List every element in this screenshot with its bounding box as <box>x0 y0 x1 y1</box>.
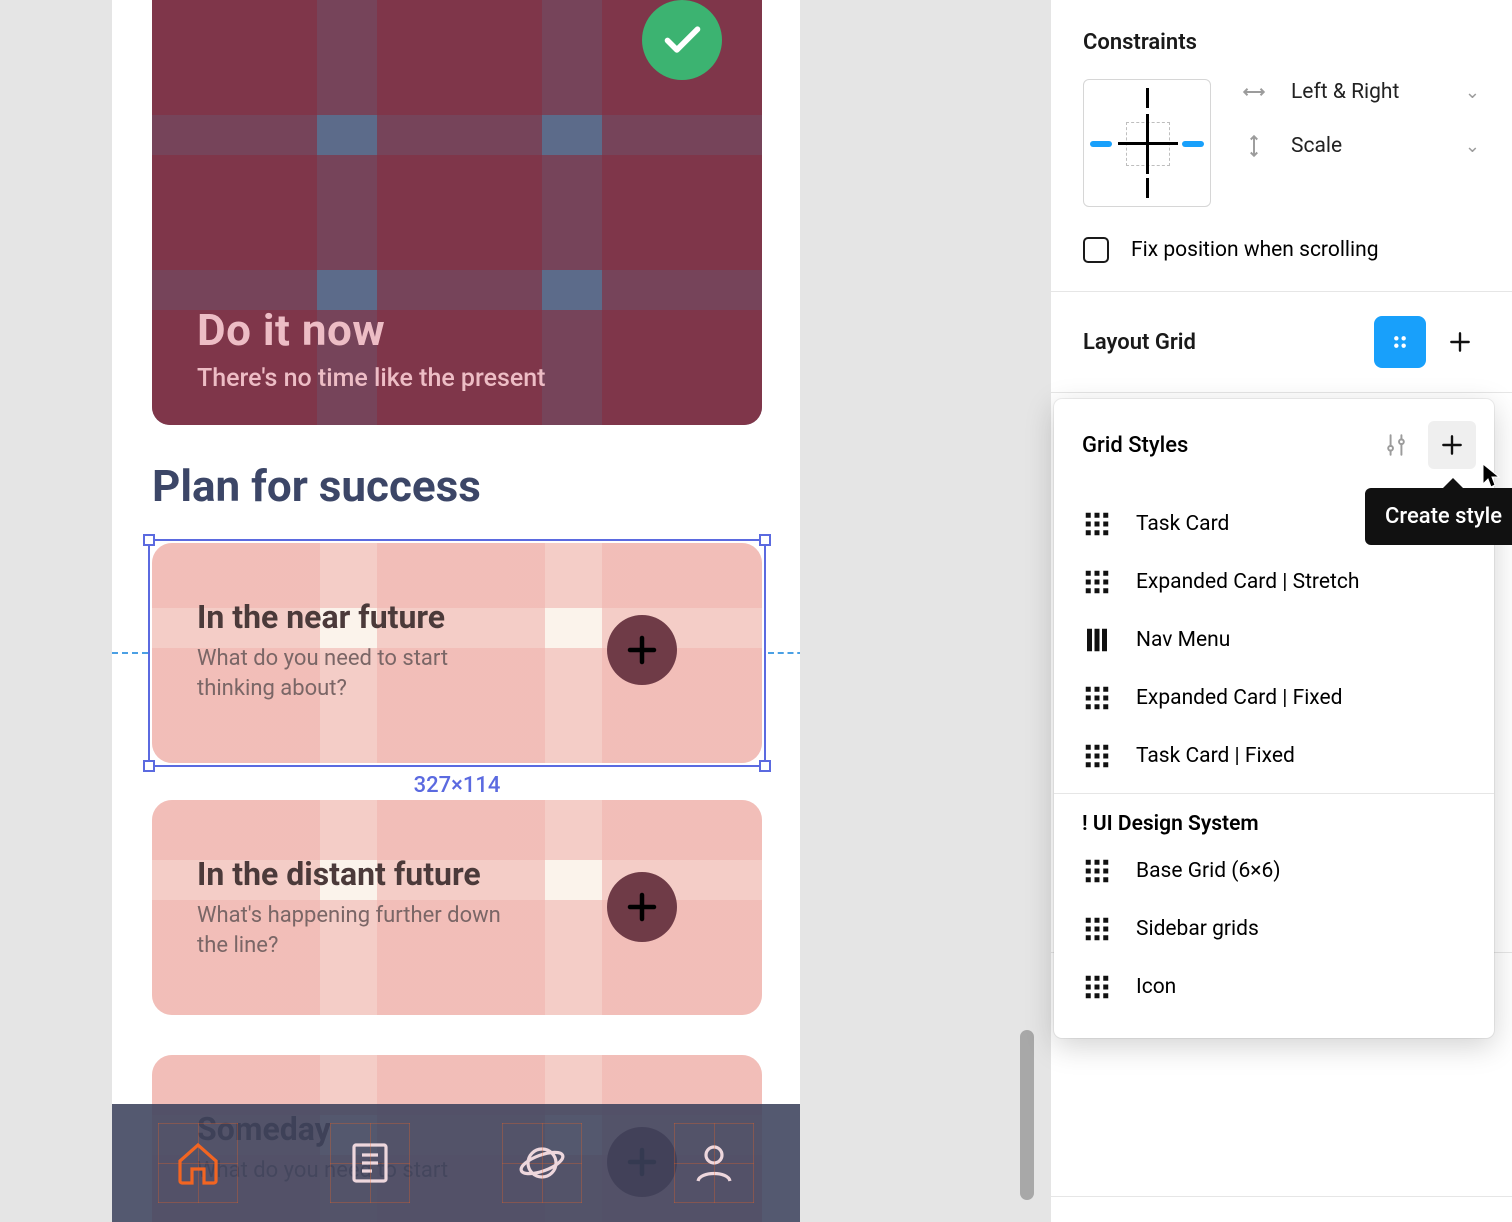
task-title: In the near future <box>197 598 502 636</box>
fix-position-checkbox[interactable] <box>1083 237 1109 263</box>
grid-3x3-icon <box>1082 509 1112 539</box>
constraint-diagram[interactable] <box>1083 79 1211 207</box>
task-subtitle: What's happening further down the line? <box>197 901 502 960</box>
constraint-h-label: Left & Right <box>1291 80 1441 104</box>
vertical-arrows-icon <box>1241 133 1267 159</box>
hero-text-block: Do it now There's no time like the prese… <box>197 304 545 393</box>
hero-card[interactable]: Do it now There's no time like the prese… <box>152 0 762 425</box>
grid-3x3-icon <box>1082 567 1112 597</box>
plus-icon <box>624 632 660 668</box>
style-settings-button[interactable] <box>1372 421 1420 469</box>
grid-styles-button[interactable] <box>1374 316 1426 368</box>
grid-style-item[interactable]: Task Card | Fixed <box>1054 727 1494 785</box>
create-style-tooltip: Create style <box>1365 488 1512 545</box>
person-icon <box>690 1139 738 1187</box>
section-heading: Plan for success <box>152 460 481 512</box>
constraints-heading: Constraints <box>1083 30 1480 55</box>
grid-style-item[interactable]: Icon <box>1054 958 1494 1016</box>
add-task-button[interactable] <box>607 615 677 685</box>
grid-style-item[interactable]: Expanded Card | Stretch <box>1054 553 1494 611</box>
add-task-button[interactable] <box>607 872 677 942</box>
planet-icon <box>518 1139 566 1187</box>
plus-icon <box>624 889 660 925</box>
check-icon <box>660 18 705 63</box>
scrollbar-thumb[interactable] <box>1020 1030 1034 1200</box>
popover-title: Grid Styles <box>1082 433 1188 458</box>
chevron-down-icon: ⌄ <box>1465 136 1480 157</box>
task-card-near-future[interactable]: In the near future What do you need to s… <box>152 543 762 763</box>
task-subtitle: What do you need to start thinking about… <box>197 644 502 703</box>
nav-profile[interactable] <box>674 1123 754 1203</box>
grid-style-item[interactable]: Base Grid (6×6) <box>1054 842 1494 900</box>
nav-home[interactable] <box>158 1123 238 1203</box>
smart-guide <box>112 652 148 654</box>
add-layout-grid-button[interactable] <box>1440 322 1480 362</box>
home-icon <box>174 1139 222 1187</box>
library-heading: ! UI Design System <box>1054 812 1494 842</box>
constraint-vertical-select[interactable]: Scale ⌄ <box>1241 133 1480 159</box>
grid-style-item[interactable]: Expanded Card | Fixed <box>1054 669 1494 727</box>
grid-style-item[interactable]: Sidebar grids <box>1054 900 1494 958</box>
constraint-horizontal-select[interactable]: Left & Right ⌄ <box>1241 79 1480 105</box>
fix-position-label: Fix position when scrolling <box>1131 238 1379 262</box>
hero-title: Do it now <box>197 304 545 356</box>
grid-style-item[interactable]: Nav Menu <box>1054 611 1494 669</box>
layout-grid-section: Layout Grid <box>1051 292 1512 393</box>
grid-style-label: Base Grid (6×6) <box>1136 859 1281 883</box>
grid-3x3-icon <box>1082 972 1112 1002</box>
constraints-section: Constraints Left & Right ⌄ Scale ⌄ <box>1051 0 1512 292</box>
grid-style-label: Icon <box>1136 975 1176 999</box>
grid-3x3-icon <box>1082 856 1112 886</box>
list-icon <box>346 1139 394 1187</box>
grid-style-label: Task Card <box>1136 512 1229 536</box>
grid-style-label: Sidebar grids <box>1136 917 1259 941</box>
canvas[interactable]: Do it now There's no time like the prese… <box>112 0 800 1222</box>
hero-subtitle: There's no time like the present <box>197 364 545 393</box>
check-badge <box>642 0 722 80</box>
grid-style-label: Expanded Card | Stretch <box>1136 570 1359 594</box>
create-style-button[interactable] <box>1428 421 1476 469</box>
grid-style-label: Expanded Card | Fixed <box>1136 686 1343 710</box>
grid-3x3-icon <box>1082 683 1112 713</box>
sliders-icon <box>1383 432 1409 458</box>
fix-position-row[interactable]: Fix position when scrolling <box>1083 237 1480 263</box>
local-grid-styles: Task Card Expanded Card | Stretch Nav Me… <box>1054 491 1494 1038</box>
bottom-nav <box>112 1104 800 1222</box>
grid-3x3-icon <box>1082 741 1112 771</box>
grid-style-label: Task Card | Fixed <box>1136 744 1295 768</box>
grid-dots-icon <box>1389 331 1411 353</box>
nav-list[interactable] <box>330 1123 410 1203</box>
cursor-icon <box>1480 462 1502 490</box>
selection-dimensions: 327×114 <box>414 773 501 798</box>
nav-explore[interactable] <box>502 1123 582 1203</box>
plus-icon <box>1439 432 1465 458</box>
layout-grid-heading: Layout Grid <box>1083 330 1196 355</box>
grid-style-label: Nav Menu <box>1136 628 1230 652</box>
plus-icon <box>1447 329 1473 355</box>
grid-3x3-icon <box>1082 914 1112 944</box>
constraint-v-label: Scale <box>1291 134 1441 158</box>
horizontal-arrows-icon <box>1241 79 1267 105</box>
task-title: In the distant future <box>197 855 502 893</box>
smart-guide <box>768 652 800 654</box>
task-card-distant-future[interactable]: In the distant future What's happening f… <box>152 800 762 1015</box>
chevron-down-icon: ⌄ <box>1465 82 1480 103</box>
columns-icon <box>1082 625 1112 655</box>
separator <box>1054 793 1494 794</box>
